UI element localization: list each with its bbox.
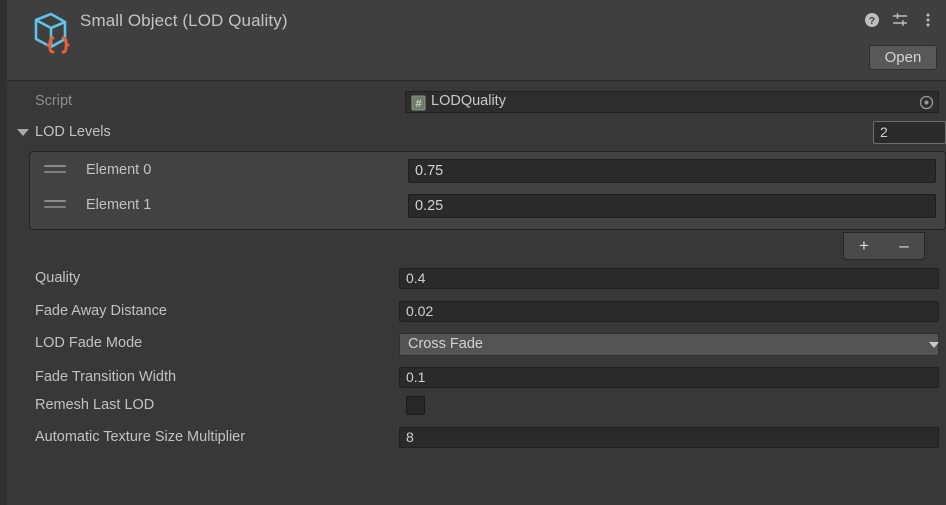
fade-away-distance-label: Fade Away Distance xyxy=(35,303,167,319)
drag-handle-icon[interactable] xyxy=(44,165,66,177)
remesh-last-lod-checkbox[interactable] xyxy=(406,396,425,415)
property-row-automatic-texture-size-multiplier: Automatic Texture Size Multiplier 8 xyxy=(7,427,946,449)
automatic-texture-size-multiplier-input[interactable]: 8 xyxy=(399,427,939,448)
element-label: Element 1 xyxy=(86,197,152,213)
help-icon[interactable]: ? xyxy=(864,12,880,28)
svg-text:?: ? xyxy=(869,15,875,27)
inspector-body: Script # LODQuality LOD Levels 2 Element… xyxy=(7,82,946,505)
property-row-quality: Quality 0.4 xyxy=(7,268,946,290)
lod-levels-foldout-row[interactable]: LOD Levels 2 xyxy=(7,121,946,144)
element-label: Element 0 xyxy=(86,162,152,178)
array-container: Element 0 0.75 Element 1 0.25 xyxy=(29,151,946,230)
left-gutter xyxy=(0,0,7,505)
lod-fade-mode-label: LOD Fade Mode xyxy=(35,335,143,351)
drag-handle-icon[interactable] xyxy=(44,200,66,212)
quality-label: Quality xyxy=(35,270,81,286)
object-picker-icon[interactable] xyxy=(919,95,934,110)
element-value-input[interactable]: 0.25 xyxy=(408,194,936,218)
lod-fade-mode-select[interactable]: Cross Fade xyxy=(399,333,939,356)
preset-settings-icon[interactable] xyxy=(892,12,908,28)
property-row-fade-transition-width: Fade Transition Width 0.1 xyxy=(7,367,946,389)
page-title: Small Object (LOD Quality) xyxy=(80,11,288,30)
script-value: LODQuality xyxy=(431,93,506,109)
script-label: Script xyxy=(35,93,73,109)
remove-element-button[interactable]: – xyxy=(884,233,924,259)
fade-transition-width-input[interactable]: 0.1 xyxy=(399,367,939,388)
remesh-last-lod-label: Remesh Last LOD xyxy=(35,397,155,413)
open-button[interactable]: Open xyxy=(869,45,937,70)
fade-transition-width-label: Fade Transition Width xyxy=(35,369,177,385)
property-row-remesh-last-lod: Remesh Last LOD xyxy=(7,395,946,417)
element-value-input[interactable]: 0.75 xyxy=(408,159,936,183)
array-footer: + – xyxy=(843,232,925,260)
foldout-expanded-icon[interactable] xyxy=(17,129,29,136)
svg-text:#: # xyxy=(415,98,421,110)
automatic-texture-size-multiplier-label: Automatic Texture Size Multiplier xyxy=(35,429,246,445)
script-row: Script # LODQuality xyxy=(7,91,946,113)
inspector-panel: Small Object (LOD Quality) ? Open Script… xyxy=(0,0,946,505)
chevron-down-icon[interactable] xyxy=(929,342,939,348)
scriptable-object-cube-icon xyxy=(20,11,70,63)
list-item[interactable]: Element 1 0.25 xyxy=(30,189,946,223)
quality-input[interactable]: 0.4 xyxy=(399,268,939,289)
add-element-button[interactable]: + xyxy=(844,233,884,259)
property-row-fade-away-distance: Fade Away Distance 0.02 xyxy=(7,301,946,323)
fade-away-distance-input[interactable]: 0.02 xyxy=(399,301,939,322)
script-object-field[interactable]: # LODQuality xyxy=(405,91,939,113)
csharp-script-icon: # xyxy=(411,95,426,111)
inspector-header: Small Object (LOD Quality) ? Open xyxy=(7,0,946,81)
property-row-lod-fade-mode: LOD Fade Mode Cross Fade xyxy=(7,333,946,356)
lod-levels-label: LOD Levels xyxy=(35,124,111,140)
array-size-input[interactable]: 2 xyxy=(873,121,946,144)
list-item[interactable]: Element 0 0.75 xyxy=(30,154,946,188)
header-icon-group: ? xyxy=(864,12,936,28)
kebab-menu-icon[interactable] xyxy=(920,12,936,28)
